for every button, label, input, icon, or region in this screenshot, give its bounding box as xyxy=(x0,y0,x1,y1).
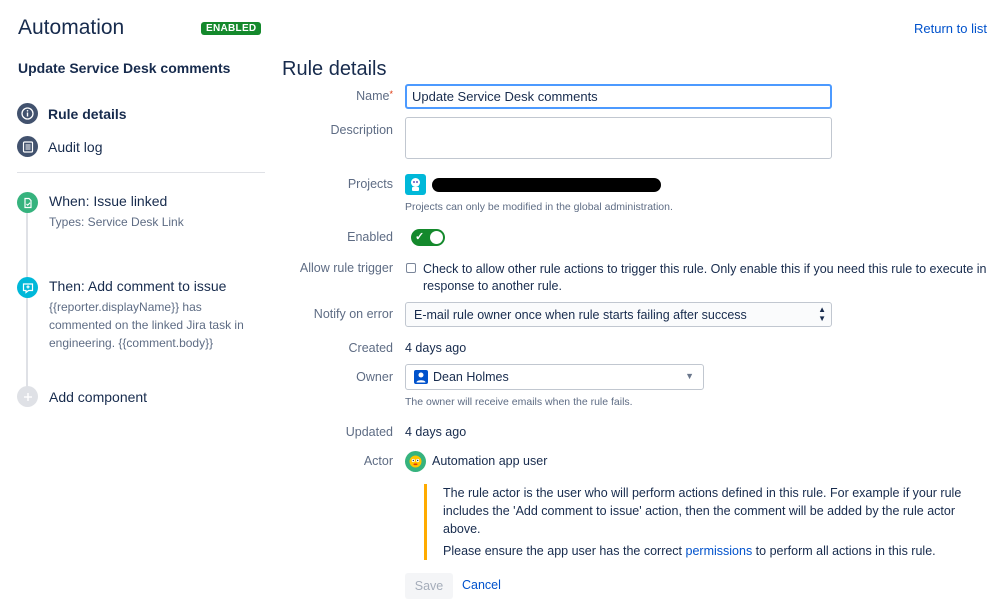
toggle-knob xyxy=(430,231,443,244)
list-icon xyxy=(17,136,38,157)
add-component-label: Add component xyxy=(49,388,148,405)
sidebar-item-rule-details[interactable]: Rule details xyxy=(17,103,127,124)
rule-step-action[interactable]: Then: Add comment to issue {{reporter.di… xyxy=(17,277,261,352)
owner-name: Dean Holmes xyxy=(433,370,509,384)
select-arrows-icon: ▲ ▼ xyxy=(818,305,826,323)
project-icon xyxy=(405,174,426,195)
created-label: Created xyxy=(348,341,393,355)
robot-avatar-icon xyxy=(405,451,426,472)
info-icon xyxy=(17,103,38,124)
plus-icon xyxy=(17,386,38,407)
user-avatar-icon xyxy=(414,370,428,384)
updated-label: Updated xyxy=(345,425,393,439)
created-value: 4 days ago xyxy=(405,341,467,355)
allow-trigger-text: Check to allow other rule actions to tri… xyxy=(423,262,987,293)
notify-selected-value: E-mail rule owner once when rule starts … xyxy=(414,308,747,322)
permissions-link[interactable]: permissions xyxy=(686,544,753,558)
chevron-down-icon: ▼ xyxy=(685,371,694,381)
name-label: Name* xyxy=(356,89,393,103)
status-badge: ENABLED xyxy=(201,22,262,35)
redacted-project-name xyxy=(432,178,661,192)
sidebar-item-audit-log[interactable]: Audit log xyxy=(17,136,102,157)
permissions-note: Please ensure the app user has the corre… xyxy=(443,544,936,558)
owner-label: Owner xyxy=(356,370,393,384)
allow-trigger-label: Allow rule trigger xyxy=(299,261,393,275)
actor-info-text: The rule actor is the user who will perf… xyxy=(443,486,962,536)
return-to-list-link[interactable]: Return to list xyxy=(914,21,987,36)
comment-icon xyxy=(17,277,38,298)
actor-label: Actor xyxy=(363,454,393,468)
updated-value: 4 days ago xyxy=(405,425,467,439)
app-title: Automation xyxy=(18,16,125,39)
notify-label: Notify on error xyxy=(313,307,393,321)
step-title: Then: Add comment to issue xyxy=(49,278,227,294)
step-description: {{reporter.displayName}} has commented o… xyxy=(49,300,244,350)
enabled-label: Enabled xyxy=(347,230,393,244)
sidebar-divider xyxy=(17,172,265,173)
sidebar-item-label: Rule details xyxy=(48,105,127,122)
owner-select[interactable]: Dean Holmes ▼ xyxy=(405,364,704,390)
owner-hint: The owner will receive emails when the r… xyxy=(405,396,633,408)
step-title: When: Issue linked xyxy=(49,193,168,209)
cancel-button[interactable]: Cancel xyxy=(462,578,501,592)
trigger-icon xyxy=(17,192,38,213)
sidebar-item-label: Audit log xyxy=(48,138,103,155)
description-label: Description xyxy=(330,123,393,137)
step-description: Types: Service Desk Link xyxy=(49,215,184,229)
actor-name: Automation app user xyxy=(432,454,548,468)
sidebar-rule-name: Update Service Desk comments xyxy=(18,60,231,76)
actor-info-panel: The rule actor is the user who will perf… xyxy=(424,484,994,560)
notify-on-error-select[interactable]: E-mail rule owner once when rule starts … xyxy=(405,302,832,327)
add-component-button[interactable]: Add component xyxy=(17,386,147,407)
check-icon: ✓ xyxy=(415,231,425,243)
save-button[interactable]: Save xyxy=(405,573,453,599)
enabled-toggle[interactable]: ✓ xyxy=(411,229,445,246)
description-textarea[interactable] xyxy=(405,117,832,159)
allow-trigger-checkbox[interactable] xyxy=(406,263,416,273)
projects-hint: Projects can only be modified in the glo… xyxy=(405,201,673,213)
page-title: Rule details xyxy=(282,58,387,80)
rule-name-input[interactable] xyxy=(405,84,832,109)
rule-step-trigger[interactable]: When: Issue linked Types: Service Desk L… xyxy=(17,192,261,231)
projects-label: Projects xyxy=(347,177,393,191)
